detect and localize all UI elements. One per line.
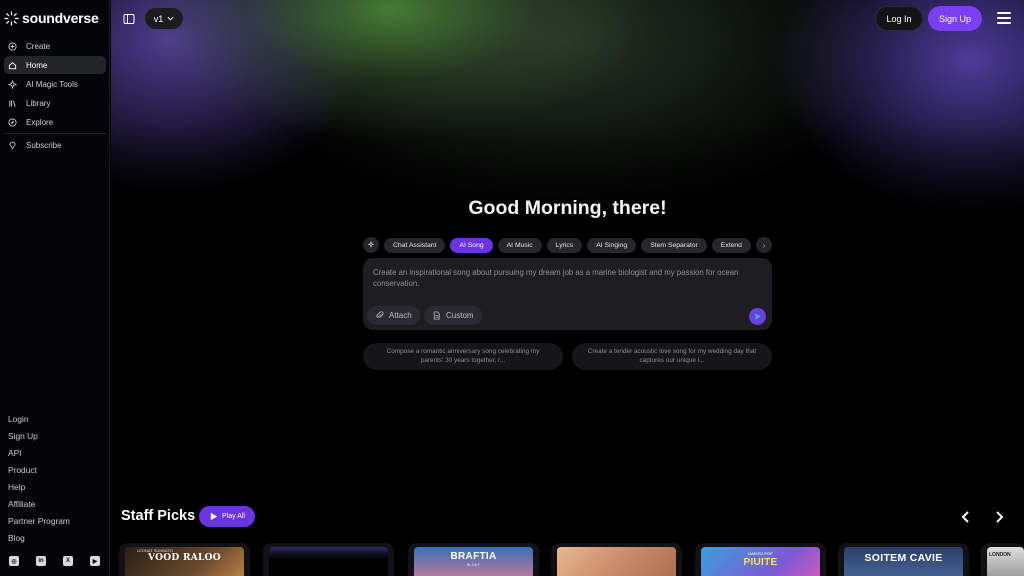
library-icon	[9, 100, 16, 107]
tab-lyrics[interactable]: Lyrics	[546, 237, 583, 253]
track-card[interactable]: LONDON	[981, 543, 1024, 576]
sidebar-item-label: AI Magic Tools	[26, 79, 78, 89]
sidebar-toggle-button[interactable]	[123, 12, 135, 24]
track-title: SOITEM CAVIE	[864, 552, 943, 564]
signup-button[interactable]: Sign Up	[928, 6, 982, 31]
tab-ai-music[interactable]: AI Music	[497, 237, 542, 253]
sidebar-item-label: Home	[26, 60, 48, 70]
track-subtitle: LONDON	[989, 552, 1011, 558]
track-artwork	[557, 547, 676, 576]
youtube-icon[interactable]: ▶	[90, 556, 100, 566]
sidebar-item-subscribe[interactable]: Subscribe	[4, 136, 106, 154]
track-artwork	[269, 547, 388, 576]
track-artwork: BRAFTIA BL DA F	[414, 547, 533, 576]
footer-links: Login Sign Up API Product Help Affiliate…	[8, 413, 70, 549]
attach-label: Attach	[389, 311, 412, 320]
panel-icon	[123, 14, 135, 24]
send-button[interactable]	[749, 308, 766, 325]
prompt-composer: Create an inspirational song about pursu…	[363, 258, 772, 330]
background-glow	[111, 0, 1024, 300]
home-icon	[8, 61, 17, 69]
send-icon	[754, 313, 762, 320]
magic-wand-icon[interactable]	[363, 237, 379, 253]
sidebar-divider	[4, 133, 106, 134]
document-icon	[433, 311, 440, 320]
greeting-title: Good Morning, there!	[468, 197, 667, 219]
track-artwork: SOITEM CAVIE	[844, 547, 963, 576]
tab-ai-song[interactable]: AI Song	[450, 237, 493, 253]
suggestion-chip[interactable]: Compose a romantic anniversary song cele…	[363, 343, 563, 370]
social-links: ◎ in X ▶	[9, 556, 100, 566]
tab-ai-singing[interactable]: AI Singing	[587, 237, 637, 253]
sidebar-nav: Create Home AI Magic Tools Library Explo…	[4, 37, 106, 133]
paperclip-icon	[376, 311, 384, 319]
sidebar-item-label: Create	[26, 41, 51, 51]
sidebar: soundverse Create Home AI Magic Tools Li…	[0, 0, 110, 576]
logo[interactable]: soundverse	[4, 10, 99, 26]
custom-label: Custom	[446, 311, 474, 320]
track-card[interactable]: SOITEM CAVIE	[838, 543, 969, 576]
chevron-down-icon	[167, 16, 174, 21]
link-login[interactable]: Login	[8, 413, 70, 430]
brand-name: soundverse	[22, 10, 99, 26]
login-button[interactable]: Log In	[875, 6, 923, 31]
carousel-next-icon[interactable]	[992, 510, 1006, 524]
sparkle-icon	[8, 79, 17, 89]
track-card[interactable]: BRAFTIA BL DA F	[408, 543, 539, 576]
link-api[interactable]: API	[8, 447, 70, 464]
track-title: VOOD RALOO	[148, 553, 221, 563]
version-selector[interactable]: v1	[145, 8, 183, 29]
track-card[interactable]: LEONAT SUNBATO VOOD RALOO	[119, 543, 250, 576]
hamburger-menu-icon[interactable]	[997, 12, 1011, 24]
play-all-label: Play All	[222, 513, 245, 520]
instagram-icon[interactable]: ◎	[9, 556, 19, 566]
sidebar-item-explore[interactable]: Explore	[4, 114, 106, 132]
tool-tabs: Chat Assistant AI Song AI Music Lyrics A…	[363, 237, 772, 253]
sidebar-item-label: Library	[26, 99, 51, 109]
link-help[interactable]: Help	[8, 481, 70, 498]
linkedin-icon[interactable]: in	[36, 556, 46, 566]
staff-picks-title: Staff Picks	[121, 508, 196, 524]
track-artwork: IAMERZ POP PIUITE	[701, 547, 820, 576]
track-artwork: LONDON	[987, 547, 1024, 576]
play-all-button[interactable]: Play All	[199, 506, 255, 527]
sidebar-item-ai-magic-tools[interactable]: AI Magic Tools	[4, 75, 106, 93]
carousel-prev-icon[interactable]	[959, 510, 973, 524]
tab-stem-separator[interactable]: Stem Separator	[641, 237, 707, 253]
version-label: v1	[153, 13, 164, 24]
track-artwork: LEONAT SUNBATO VOOD RALOO	[125, 547, 244, 576]
sidebar-secondary: Subscribe	[4, 136, 106, 155]
sidebar-item-home[interactable]: Home	[4, 56, 106, 75]
link-product[interactable]: Product	[8, 464, 70, 481]
link-affiliate[interactable]: Affiliate	[8, 498, 70, 515]
suggestion-chip[interactable]: Create a tender acoustic love song for m…	[572, 343, 772, 370]
link-partner-program[interactable]: Partner Program	[8, 515, 70, 532]
custom-button[interactable]: Custom	[424, 306, 482, 325]
x-icon[interactable]: X	[63, 556, 73, 566]
chevron-right-icon[interactable]: ›	[755, 237, 772, 253]
compass-icon	[8, 118, 17, 127]
track-card[interactable]	[551, 543, 682, 576]
play-icon	[210, 512, 218, 521]
plus-circle-icon	[8, 41, 17, 51]
sidebar-item-create[interactable]: Create	[4, 37, 106, 55]
link-blog[interactable]: Blog	[8, 532, 70, 549]
sidebar-item-label: Explore	[26, 118, 54, 128]
prompt-input[interactable]: Create an inspirational song about pursu…	[373, 267, 758, 289]
sidebar-item-library[interactable]: Library	[4, 95, 106, 113]
attach-button[interactable]: Attach	[367, 306, 420, 325]
soundverse-logo-icon	[4, 10, 19, 26]
sidebar-item-label: Subscribe	[26, 140, 62, 150]
main-content: v1 Log In Sign Up Good Morning, there! C…	[111, 0, 1024, 576]
track-subtitle: BL DA F	[467, 563, 480, 567]
tab-extend[interactable]: Extend	[711, 237, 751, 253]
track-title: BRAFTIA	[450, 551, 497, 562]
track-card[interactable]	[263, 543, 394, 576]
tab-chat-assistant[interactable]: Chat Assistant	[384, 237, 446, 253]
track-title: PIUITE	[743, 557, 778, 568]
track-subtitle: IAMERZ POP	[748, 551, 773, 556]
link-signup[interactable]: Sign Up	[8, 430, 70, 447]
diamond-icon	[9, 141, 16, 149]
track-card[interactable]: IAMERZ POP PIUITE	[695, 543, 826, 576]
